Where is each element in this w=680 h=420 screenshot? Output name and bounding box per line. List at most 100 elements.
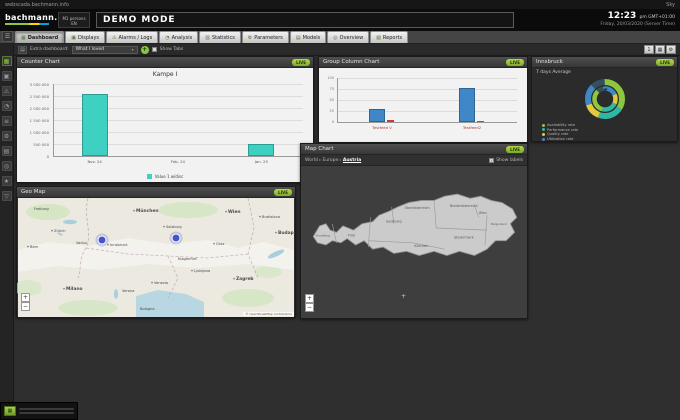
clock-suffix: pm GMT+01:00 <box>639 15 675 20</box>
zoom-out-button[interactable]: − <box>305 303 314 312</box>
zoom-in-button[interactable]: + <box>305 294 314 303</box>
panel-title: Geo Map <box>21 189 46 195</box>
chevron-down-icon: ▾ <box>131 47 134 52</box>
alarms-icon[interactable]: ⚠ <box>1 86 12 96</box>
add-dashboard-button[interactable]: + <box>140 45 149 54</box>
city-dot <box>133 209 135 212</box>
tab-parameters[interactable]: ⚙ Parameters <box>241 31 289 43</box>
gridline <box>337 89 517 90</box>
counter-chart-plot: 0 500 000 1 000 000 1 500 000 2 000 000 2 500… <box>17 68 313 182</box>
map-marker-0[interactable] <box>97 235 107 245</box>
city-dot <box>151 281 153 284</box>
minimized-widget-icon[interactable]: ▦ <box>4 406 16 416</box>
austria-map[interactable]: Vorarlberg Tirol Salzburg Oberösterreich Nie… <box>309 175 521 281</box>
city-label-innsbruck: Innsbruck <box>110 243 128 247</box>
donut-panel-header[interactable]: Innsbruck LIVE <box>532 57 677 68</box>
city-label-m-nchen: München <box>136 208 158 214</box>
geo-map-body[interactable]: Freiburg Zürich Bern Vaduz München Innsbruck S… <box>17 198 295 317</box>
live-badge[interactable]: LIVE <box>274 189 292 196</box>
tab-label: Models <box>302 34 321 41</box>
donut-panel-body: 7 days Average Availability rate Performa… <box>532 68 677 141</box>
group-column-chart-panel: Group Column Chart LIVE 0 25 50 75 100 Testfe… <box>318 56 528 143</box>
tab-analysis[interactable]: ◔ Analysis <box>159 31 199 43</box>
zoom-out-button[interactable]: − <box>21 302 30 311</box>
browser-url[interactable]: webscada.bachmann.info <box>5 2 69 8</box>
extra-dashboard-label: Extra dashboard: <box>30 47 69 52</box>
panel-title: Innsbruck <box>536 59 563 65</box>
city-dot <box>51 229 53 232</box>
city-label-budapest: Budapest <box>278 230 295 236</box>
breadcrumb-austria[interactable]: Austria <box>343 158 361 163</box>
subbar-tool-button-2[interactable]: ⚙ <box>666 45 676 54</box>
city-dot <box>213 242 215 245</box>
nav-tabs: ▦ Dashboard ▣ Displays ⚠ Alarms / Logs ◔ Analys… <box>15 31 409 43</box>
city-dot <box>275 231 277 234</box>
live-badge[interactable]: LIVE <box>506 59 524 66</box>
panel-title: Map Chart <box>305 146 334 152</box>
minimized-widget[interactable]: ▦ <box>0 402 78 420</box>
layers-icon[interactable]: ▤ <box>1 146 12 156</box>
group-chart-header[interactable]: Group Column Chart LIVE <box>319 57 527 68</box>
city-dot <box>163 225 165 228</box>
bar-jan-25 <box>248 144 275 156</box>
tab-overview[interactable]: ◎ Overview <box>327 31 370 43</box>
show-labels-checkbox[interactable]: ✓ <box>489 157 495 163</box>
region-label-salzburg: Salzburg <box>386 220 402 224</box>
show-tabs-checkbox[interactable] <box>151 47 157 52</box>
group-chart-body: 0 25 50 75 100 Testfeed V Testfeed2 <box>319 68 527 142</box>
counter-chart-header[interactable]: Counter Chart LIVE <box>17 57 313 68</box>
logo-underline <box>5 23 49 25</box>
tab-statistics[interactable]: ▥ Statistics <box>199 31 241 43</box>
lists-icon[interactable]: ≡ <box>1 116 12 126</box>
legend-dot <box>542 123 545 127</box>
nav-menu-button[interactable]: ☰ <box>2 31 13 42</box>
settings-icon[interactable]: ⚙ <box>1 131 12 141</box>
map-marker-1[interactable] <box>171 233 181 243</box>
tab-reports[interactable]: ▧ Reports <box>370 31 409 43</box>
trends-icon[interactable]: ◔ <box>1 101 12 111</box>
browser-user-label[interactable]: Sky <box>666 2 675 8</box>
geo-map-header[interactable]: Geo Map LIVE <box>17 187 295 198</box>
live-badge[interactable]: LIVE <box>506 146 524 153</box>
clock: 12:23 pm GMT+01:00 Friday, 20/03/2020 (S… <box>600 11 675 27</box>
tab-dashboard[interactable]: ▦ Dashboard <box>15 31 65 43</box>
geo-map[interactable]: Freiburg Zürich Bern Vaduz München Innsbruck S… <box>17 198 295 317</box>
live-badge[interactable]: LIVE <box>292 59 310 66</box>
city-label-bern: Bern <box>30 245 38 249</box>
subbar-menu-icon[interactable]: ▤ <box>18 45 27 54</box>
city-label-ljubljana: Ljubljana <box>194 269 210 273</box>
bar-testfeed2-a <box>459 87 475 122</box>
live-badge[interactable]: LIVE <box>656 59 674 66</box>
subbar-tool-button-0[interactable]: 1 <box>644 45 654 54</box>
map-chart-header[interactable]: Map Chart LIVE <box>301 144 527 155</box>
displays-icon[interactable]: ▣ <box>1 71 12 81</box>
statistics-icon: ▥ <box>205 34 210 41</box>
breadcrumb-world[interactable]: World <box>305 158 318 163</box>
region-label-burgenland: Burgenland <box>491 222 507 226</box>
module-badge[interactable]: M1 persons EN <box>58 12 90 28</box>
reports-icon: ▧ <box>376 34 381 41</box>
show-labels-label: Show labels <box>496 157 523 163</box>
tab-label: Statistics <box>211 34 235 41</box>
dashboard-select-value: What I loved <box>75 47 104 52</box>
map-attribution[interactable]: © OpenStreetMap contributors <box>243 312 294 316</box>
breadcrumb-europe[interactable]: Europe <box>322 158 338 163</box>
dashboard-icon[interactable]: ▦ <box>1 56 12 66</box>
city-label-bologna: Bologna <box>140 307 155 311</box>
dashboard-select[interactable]: What I loved ▾ <box>71 45 138 54</box>
city-dot <box>191 269 193 272</box>
city-label-klagenfurt: Klagenfurt <box>178 257 197 261</box>
history-icon[interactable]: ▽ <box>1 191 12 201</box>
zoom-in-button[interactable]: + <box>21 293 30 302</box>
models-icon: ▤ <box>295 34 301 41</box>
y-tick-label: 50 <box>329 98 334 102</box>
subbar-tool-button-1[interactable]: ▦ <box>655 45 665 54</box>
tab-alarms-logs[interactable]: ⚠ Alarms / Logs <box>106 31 159 43</box>
tab-models[interactable]: ▤ Models <box>289 31 327 43</box>
module-badge-line2: EN <box>71 21 77 26</box>
favorites-icon[interactable]: ★ <box>1 176 12 186</box>
tab-displays[interactable]: ▣ Displays <box>65 31 106 43</box>
overview-icon[interactable]: ◎ <box>1 161 12 171</box>
x-tick-label: Testfeed V <box>372 125 392 130</box>
counter-chart-body: Kampe I 0 500 000 1 000 000 1 500 000 2 000 … <box>17 68 313 182</box>
